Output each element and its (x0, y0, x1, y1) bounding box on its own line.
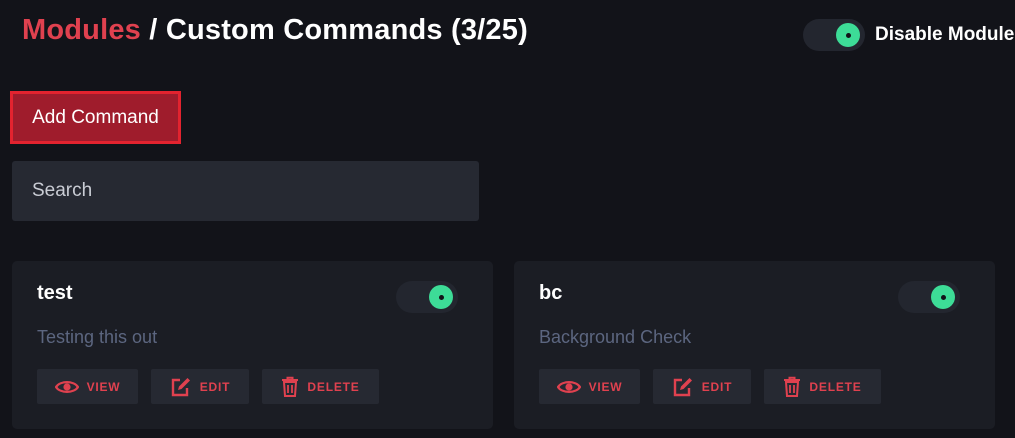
toggle-knob (429, 285, 453, 309)
command-actions: VIEW EDIT DELETE (37, 369, 379, 404)
command-enabled-toggle[interactable] (898, 281, 960, 313)
trash-icon (281, 376, 299, 397)
command-card: bc Background Check VIEW EDIT DELETE (514, 261, 995, 429)
delete-command-button[interactable]: DELETE (764, 369, 881, 404)
edit-command-button[interactable]: EDIT (151, 369, 249, 404)
command-card: test Testing this out VIEW EDIT DELETE (12, 261, 493, 429)
disable-module-control: Disable Module (803, 19, 1014, 51)
delete-label: DELETE (809, 379, 862, 394)
add-command-button[interactable]: Add Command (10, 91, 181, 144)
command-enabled-toggle[interactable] (396, 281, 458, 313)
page-title: Modules / Custom Commands (3/25) (22, 14, 528, 47)
edit-label: EDIT (701, 379, 733, 394)
toggle-knob-dot (845, 32, 851, 38)
view-command-button[interactable]: VIEW (37, 369, 138, 404)
command-name: bc (539, 282, 563, 304)
disable-module-label: Disable Module (875, 24, 1015, 45)
command-description: Background Check (539, 327, 692, 347)
disable-module-toggle[interactable] (803, 19, 865, 51)
delete-label: DELETE (307, 379, 360, 394)
search-input[interactable] (12, 161, 479, 221)
edit-command-button[interactable]: EDIT (653, 369, 751, 404)
edit-icon (672, 377, 694, 397)
command-description: Testing this out (37, 327, 158, 347)
toggle-knob-dot (940, 294, 946, 300)
breadcrumb-current: Custom Commands (3/25) (165, 14, 528, 46)
view-label: VIEW (86, 379, 121, 394)
eye-icon (54, 379, 79, 395)
command-actions: VIEW EDIT DELETE (539, 369, 881, 404)
trash-icon (783, 376, 801, 397)
view-label: VIEW (588, 379, 623, 394)
view-command-button[interactable]: VIEW (539, 369, 640, 404)
edit-icon (170, 377, 192, 397)
delete-command-button[interactable]: DELETE (262, 369, 379, 404)
eye-icon (556, 379, 581, 395)
breadcrumb-separator: / (149, 14, 158, 46)
toggle-knob (931, 285, 955, 309)
breadcrumb-modules-link[interactable]: Modules (22, 14, 141, 46)
toggle-knob (836, 23, 860, 47)
edit-label: EDIT (199, 379, 231, 394)
command-name: test (37, 282, 73, 304)
toggle-knob-dot (438, 294, 444, 300)
custom-commands-page: Modules / Custom Commands (3/25) Disable… (0, 0, 1015, 438)
